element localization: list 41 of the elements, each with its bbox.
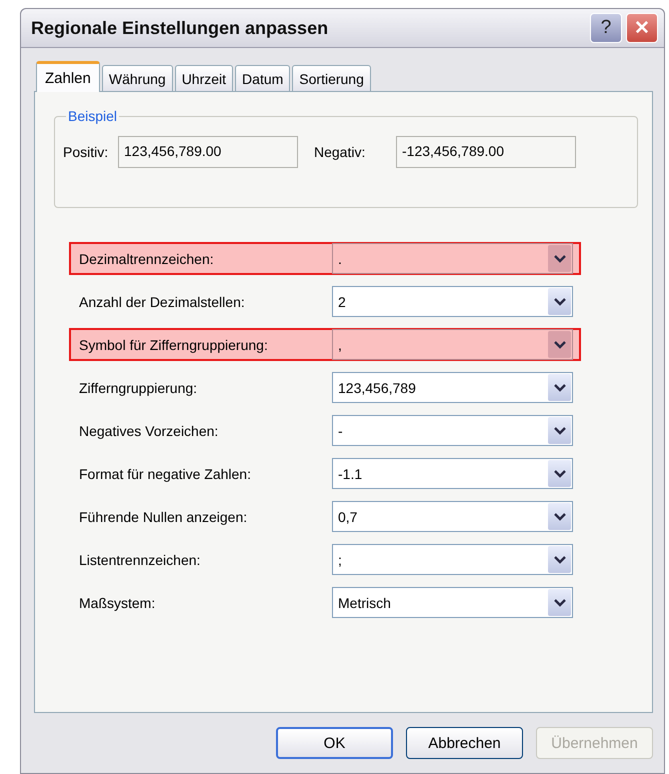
- setting-label: Maßsystem:: [79, 594, 156, 610]
- group-legend: Beispiel: [66, 108, 120, 124]
- dropdown[interactable]: -1.1: [332, 458, 573, 489]
- dropdown-value: -1.1: [338, 466, 364, 482]
- dropdown-value: 0,7: [338, 508, 358, 524]
- tab[interactable]: Datum: [235, 65, 290, 91]
- dialog-button[interactable]: Abbrechen: [406, 727, 523, 759]
- window-title: Regionale Einstellungen anpassen: [31, 18, 330, 38]
- dropdown-value: 123,456,789: [338, 380, 417, 396]
- setting-label: Listentrennzeichen:: [79, 552, 202, 568]
- tab[interactable]: Sortierung: [292, 65, 371, 91]
- negative-value: -123,456,789.00: [396, 136, 576, 168]
- dialog-button[interactable]: OK: [276, 727, 393, 759]
- setting-label: Format für negative Zahlen:: [79, 466, 252, 482]
- dropdown-value: 2: [338, 294, 347, 310]
- dropdown[interactable]: 123,456,789: [332, 372, 573, 403]
- setting-label: Führende Nullen anzeigen:: [79, 508, 248, 524]
- setting-label: Symbol für Zifferngruppierung:: [79, 336, 269, 352]
- negative-label: Negativ:: [314, 144, 366, 160]
- dropdown[interactable]: ,: [332, 329, 573, 360]
- dropdown-value: ;: [338, 552, 343, 568]
- tab[interactable]: Währung: [102, 65, 173, 91]
- dropdown[interactable]: -: [332, 415, 573, 446]
- dropdown[interactable]: Metrisch: [332, 587, 573, 618]
- dropdown[interactable]: 2: [332, 286, 573, 317]
- dropdown[interactable]: .: [332, 243, 573, 274]
- dropdown-value: Metrisch: [338, 594, 392, 610]
- setting-label: Negatives Vorzeichen:: [79, 422, 220, 438]
- dropdown-value: .: [338, 250, 343, 266]
- dropdown[interactable]: ;: [332, 544, 573, 575]
- tab[interactable]: Uhrzeit: [174, 65, 234, 91]
- setting-label: Dezimaltrennzeichen:: [79, 250, 215, 266]
- dropdown-value: ,: [338, 336, 343, 352]
- help-button[interactable]: ?: [590, 13, 622, 43]
- positive-value: 123,456,789.00: [118, 136, 298, 168]
- dropdown-value: -: [338, 422, 344, 438]
- positive-label: Positiv:: [63, 144, 110, 160]
- dropdown[interactable]: 0,7: [332, 501, 573, 532]
- setting-label: Anzahl der Dezimalstellen:: [79, 294, 246, 310]
- setting-label: Zifferngruppierung:: [79, 380, 198, 396]
- tab[interactable]: Zahlen: [36, 61, 100, 92]
